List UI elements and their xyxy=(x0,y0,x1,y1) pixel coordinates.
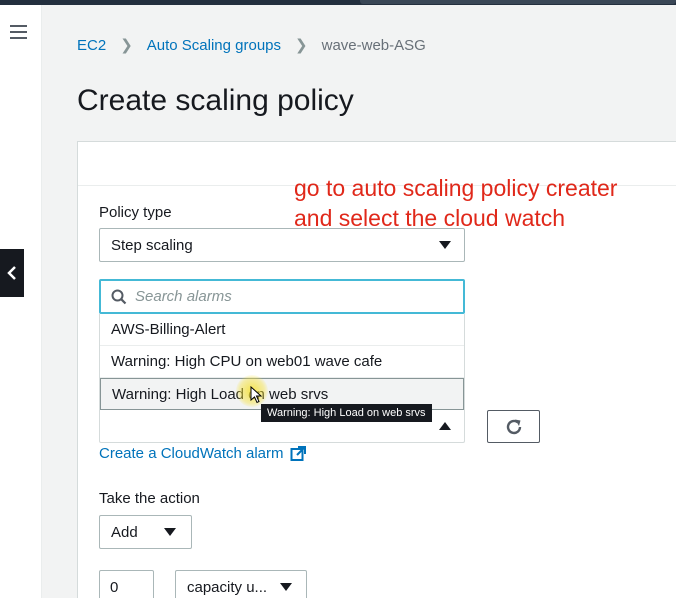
policy-type-value: Step scaling xyxy=(111,236,193,254)
search-icon xyxy=(111,289,127,304)
alarm-option[interactable]: AWS-Billing-Alert xyxy=(100,314,464,346)
alarm-search-box[interactable] xyxy=(99,279,465,314)
search-alarms-input[interactable] xyxy=(135,288,435,305)
side-navigation xyxy=(0,5,42,598)
breadcrumb: EC2 ❯ Auto Scaling groups ❯ wave-web-ASG xyxy=(77,36,426,55)
breadcrumb-auto-scaling-groups[interactable]: Auto Scaling groups xyxy=(147,37,281,54)
hamburger-menu-icon[interactable] xyxy=(10,25,27,39)
capacity-amount-value: 0 xyxy=(110,578,119,596)
alarm-options-list: AWS-Billing-Alert Warning: High CPU on w… xyxy=(99,314,465,411)
mouse-cursor-icon xyxy=(250,386,262,404)
create-alarm-link-label: Create a CloudWatch alarm xyxy=(99,445,284,462)
caret-down-icon xyxy=(280,583,292,591)
refresh-alarms-button[interactable] xyxy=(487,410,540,443)
annotation-line-1: go to auto scaling policy creater xyxy=(294,175,618,201)
capacity-unit-value: capacity u... xyxy=(187,578,268,596)
caret-down-icon xyxy=(439,241,451,249)
policy-type-label: Policy type xyxy=(99,204,172,221)
chevron-right-icon: ❯ xyxy=(120,37,133,54)
action-value: Add xyxy=(111,523,138,541)
capacity-unit-select[interactable]: capacity u... xyxy=(175,570,307,598)
caret-down-icon xyxy=(164,528,176,536)
chevron-left-icon xyxy=(7,266,16,280)
alarm-option[interactable]: Warning: High CPU on web01 wave cafe xyxy=(100,346,464,378)
global-search-bar[interactable] xyxy=(360,0,676,4)
option-tooltip: Warning: High Load on web srvs xyxy=(261,404,432,422)
top-navigation-bar xyxy=(0,0,676,5)
collapse-panel-button[interactable] xyxy=(0,249,24,297)
capacity-amount-input[interactable]: 0 xyxy=(99,570,154,598)
caret-up-icon xyxy=(439,422,451,430)
annotation-text: go to auto scaling policy creater and se… xyxy=(294,173,674,233)
breadcrumb-ec2[interactable]: EC2 xyxy=(77,37,106,54)
policy-type-select[interactable]: Step scaling xyxy=(99,228,465,262)
page-title: Create scaling policy xyxy=(77,84,354,117)
action-select[interactable]: Add xyxy=(99,515,192,549)
create-cloudwatch-alarm-link[interactable]: Create a CloudWatch alarm xyxy=(99,445,306,462)
external-link-icon xyxy=(290,445,306,461)
chevron-right-icon: ❯ xyxy=(295,37,308,54)
breadcrumb-current: wave-web-ASG xyxy=(321,36,426,54)
refresh-icon xyxy=(506,419,521,434)
take-action-label: Take the action xyxy=(99,490,200,507)
